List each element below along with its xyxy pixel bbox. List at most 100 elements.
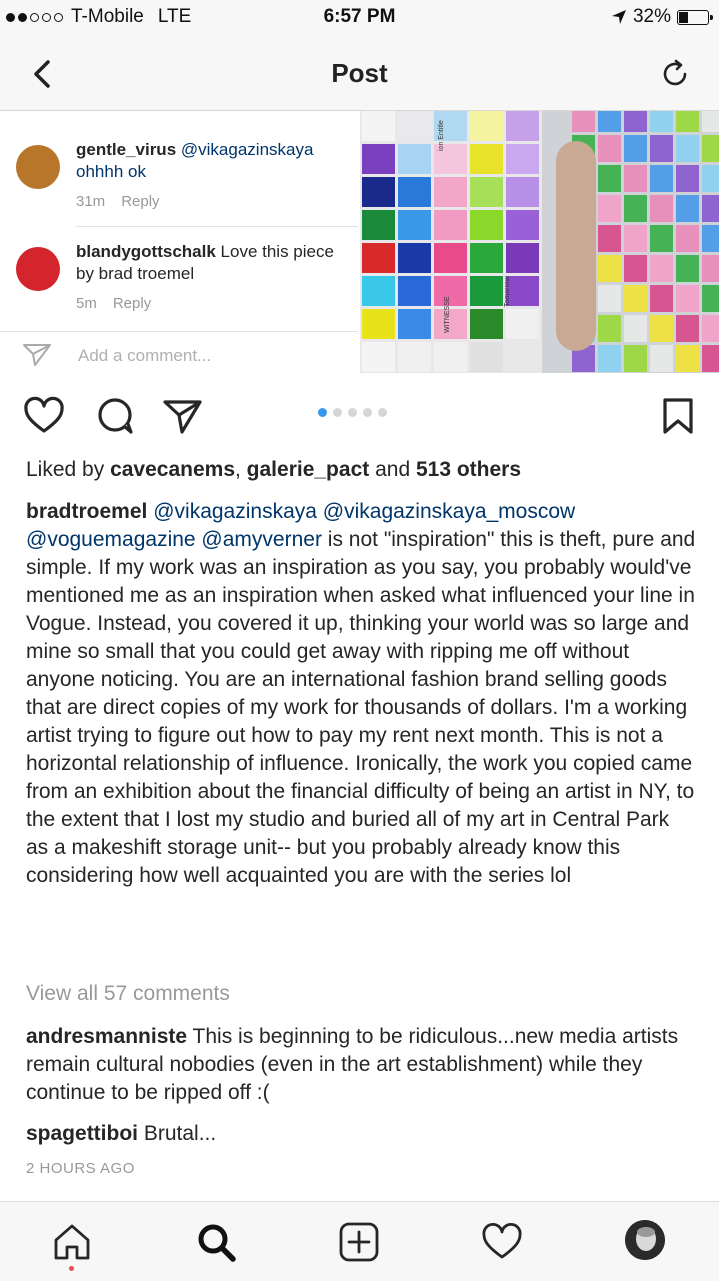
carousel-dot <box>363 408 372 417</box>
reply-button[interactable]: Reply <box>113 295 151 312</box>
carousel-dot <box>333 408 342 417</box>
art-swatch <box>362 243 395 273</box>
dress-swatch <box>598 255 621 282</box>
post-image[interactable]: gentle_virus @vikagazinskaya ohhhh ok 31… <box>0 111 719 373</box>
art-swatch <box>362 144 395 174</box>
dress-swatch <box>702 285 719 312</box>
caption-username[interactable]: bradtroemel <box>26 500 147 523</box>
art-swatch <box>362 111 395 141</box>
art-swatch <box>470 276 503 306</box>
reply-button[interactable]: Reply <box>121 193 159 210</box>
art-swatch <box>434 342 467 372</box>
location-arrow-icon <box>611 10 626 24</box>
comment-time: 5m <box>76 295 97 312</box>
art-swatch <box>506 111 539 141</box>
art-swatch <box>398 342 431 372</box>
carousel-dot <box>378 408 387 417</box>
art-swatch <box>506 210 539 240</box>
art-swatch <box>470 243 503 273</box>
image-comment-panel: gentle_virus @vikagazinskaya ohhhh ok 31… <box>0 111 358 373</box>
post-actions <box>0 380 719 450</box>
dress-swatch <box>676 285 699 312</box>
art-swatch <box>470 111 503 141</box>
dress-swatch <box>702 165 719 192</box>
search-icon[interactable] <box>194 1220 238 1264</box>
art-swatch <box>470 342 503 372</box>
comment-username[interactable]: blandygottschalk <box>76 242 216 261</box>
art-label: ion Entitle <box>438 120 445 151</box>
dress-swatch <box>624 255 647 282</box>
comment-username[interactable]: andresmanniste <box>26 1025 187 1048</box>
dress-swatch <box>650 225 673 252</box>
dress-swatch <box>624 315 647 342</box>
art-swatch <box>398 144 431 174</box>
liker-username[interactable]: galerie_pact <box>247 458 370 481</box>
art-swatch <box>362 309 395 339</box>
dress-swatch <box>702 315 719 342</box>
dress-swatch <box>650 285 673 312</box>
art-swatch <box>506 177 539 207</box>
divider <box>76 226 358 227</box>
battery-icon <box>677 9 713 25</box>
add-comment-bar[interactable]: Add a comment... <box>0 331 358 373</box>
likes-prefix: Liked by <box>26 458 111 481</box>
dress-swatch <box>702 111 719 132</box>
carousel-indicator <box>318 408 387 417</box>
heart-icon[interactable] <box>22 394 66 438</box>
art-swatch <box>398 111 431 141</box>
activity-heart-icon[interactable] <box>480 1220 524 1264</box>
share-icon[interactable] <box>160 394 204 438</box>
artwork-grid: ion Entitle WITNESSE Tomorrow <box>360 111 542 373</box>
dress-swatch <box>702 195 719 222</box>
battery-percent: 32% <box>632 6 671 27</box>
dress-swatch <box>598 195 621 222</box>
dress-swatch <box>676 225 699 252</box>
art-swatch <box>362 342 395 372</box>
likes-summary[interactable]: Liked by cavecanems, galerie_pact and 51… <box>26 458 521 482</box>
comment-time: 31m <box>76 193 106 210</box>
art-swatch <box>506 342 539 372</box>
comment-icon[interactable] <box>94 394 138 438</box>
add-comment-input[interactable]: Add a comment... <box>78 346 211 366</box>
dress-swatch <box>624 135 647 162</box>
dress-swatch <box>676 345 699 372</box>
arm <box>556 141 596 351</box>
liker-username[interactable]: cavecanems <box>110 458 235 481</box>
dress-swatch <box>702 255 719 282</box>
dress-swatch <box>598 285 621 312</box>
comment-username[interactable]: gentle_virus <box>76 140 176 159</box>
refresh-icon[interactable] <box>657 56 693 92</box>
art-swatch <box>434 210 467 240</box>
comment: andresmanniste This is beginning to be r… <box>26 1023 696 1107</box>
avatar[interactable] <box>16 145 60 189</box>
art-swatch <box>398 276 431 306</box>
dress-swatch <box>650 345 673 372</box>
post-caption: bradtroemel @vikagazinskaya @vikagazinsk… <box>26 498 696 890</box>
art-swatch <box>362 210 395 240</box>
dress-swatch <box>676 135 699 162</box>
dress-swatch <box>624 285 647 312</box>
art-swatch <box>398 210 431 240</box>
bookmark-icon[interactable] <box>656 394 700 438</box>
dress-swatch <box>624 345 647 372</box>
send-icon[interactable] <box>22 342 52 368</box>
nav-bar: Post <box>0 36 719 111</box>
dress-swatch <box>624 111 647 132</box>
art-swatch <box>506 309 539 339</box>
dress-swatch <box>650 165 673 192</box>
dress-swatch <box>650 111 673 132</box>
profile-avatar[interactable] <box>625 1220 665 1260</box>
avatar[interactable] <box>16 247 60 291</box>
dress-swatch <box>598 165 621 192</box>
art-swatch <box>434 243 467 273</box>
view-all-comments-link[interactable]: View all 57 comments <box>26 982 230 1006</box>
dress-swatch <box>598 135 621 162</box>
comment-username[interactable]: spagettiboi <box>26 1122 138 1145</box>
comment: spagettiboi Brutal... <box>26 1120 696 1148</box>
add-post-icon[interactable] <box>337 1220 381 1264</box>
art-swatch <box>398 243 431 273</box>
likes-count[interactable]: 513 others <box>416 458 521 481</box>
home-icon[interactable] <box>50 1220 94 1264</box>
carousel-dot <box>318 408 327 417</box>
dress-swatch <box>702 135 719 162</box>
